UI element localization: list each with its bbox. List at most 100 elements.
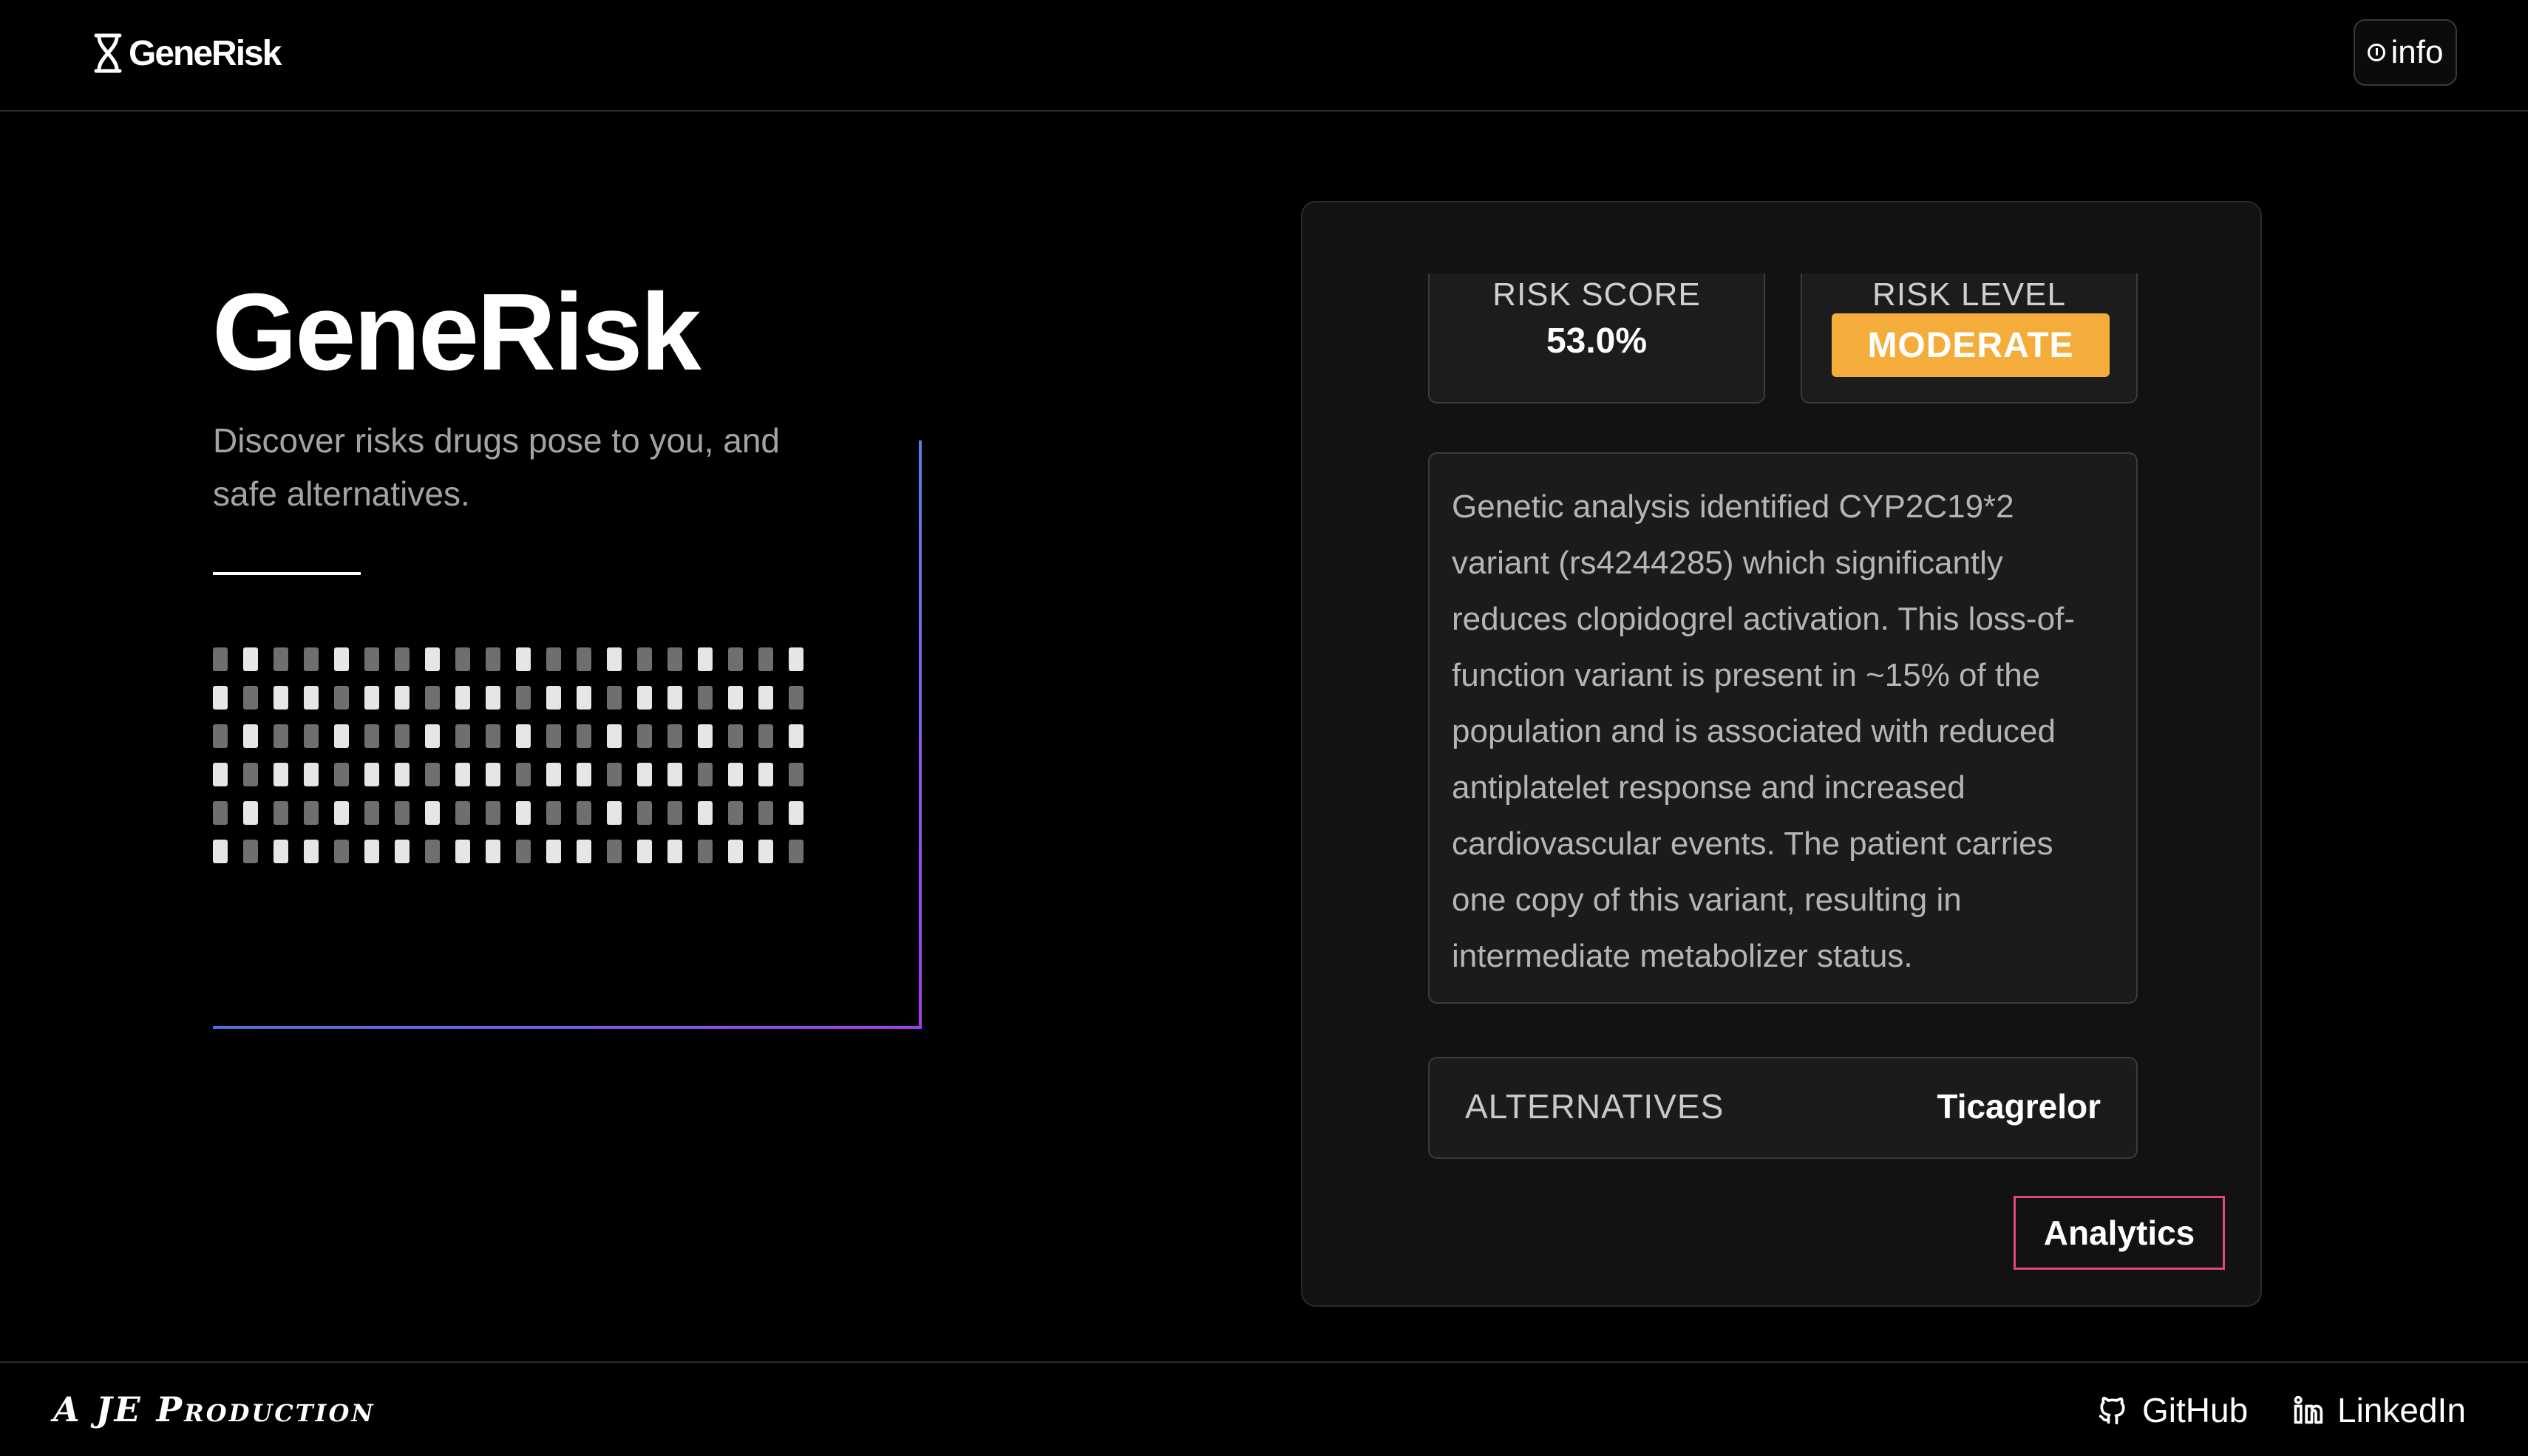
dna-block <box>637 647 652 671</box>
dna-block <box>516 840 531 863</box>
dna-block <box>577 724 591 748</box>
dna-block <box>577 840 591 863</box>
info-label: info <box>2391 34 2444 70</box>
dna-block <box>334 724 349 748</box>
github-icon <box>2099 1396 2125 1425</box>
dna-block <box>637 801 652 825</box>
dna-block <box>243 724 258 748</box>
dna-block <box>304 763 319 786</box>
dna-block <box>698 763 713 786</box>
brand-name: GeneRisk <box>129 33 282 73</box>
dna-block <box>395 763 410 786</box>
dna-block <box>334 686 349 710</box>
hero-divider <box>213 572 361 575</box>
dna-block <box>486 686 500 710</box>
dna-block <box>667 763 682 786</box>
dna-block <box>486 647 500 671</box>
brand-logo[interactable]: GeneRisk <box>92 30 282 77</box>
dna-block <box>304 840 319 863</box>
dna-block <box>789 724 803 748</box>
dna-block <box>667 647 682 671</box>
dna-block <box>698 840 713 863</box>
dna-block <box>789 801 803 825</box>
dna-block <box>486 763 500 786</box>
dna-block <box>425 763 440 786</box>
dna-block <box>546 801 561 825</box>
dna-block <box>667 686 682 710</box>
dna-block <box>364 840 379 863</box>
dna-block <box>758 724 773 748</box>
dna-block <box>516 801 531 825</box>
dna-block <box>698 647 713 671</box>
dna-block <box>546 763 561 786</box>
dna-block <box>243 840 258 863</box>
dna-block <box>637 724 652 748</box>
analytics-button[interactable]: Analytics <box>2014 1196 2225 1270</box>
dna-block <box>667 724 682 748</box>
dna-block <box>546 724 561 748</box>
dna-block <box>304 686 319 710</box>
risk-score-box: RISK SCORE 53.0% <box>1428 273 1765 404</box>
github-link[interactable]: GitHub <box>2096 1389 2248 1431</box>
dna-block <box>364 724 379 748</box>
dna-block <box>213 647 228 671</box>
dna-block <box>395 647 410 671</box>
dna-block <box>243 763 258 786</box>
alternatives-value: Ticagrelor <box>1937 1087 2101 1126</box>
dna-block <box>516 724 531 748</box>
info-button[interactable]: info <box>2354 19 2457 86</box>
dna-icon <box>94 33 122 73</box>
dna-block <box>728 763 743 786</box>
dna-block <box>273 840 288 863</box>
dna-block <box>304 647 319 671</box>
dna-block <box>607 840 622 863</box>
dna-block <box>425 724 440 748</box>
frame-accent-right <box>919 440 922 1029</box>
dna-block <box>607 686 622 710</box>
risk-level-box: RISK LEVEL MODERATE <box>1801 273 2138 404</box>
dna-block <box>425 840 440 863</box>
dna-block <box>637 686 652 710</box>
footer: A JE Production GitHub LinkedIn <box>0 1361 2528 1456</box>
linkedin-link[interactable]: LinkedIn <box>2291 1389 2466 1431</box>
dna-block <box>334 801 349 825</box>
dna-block <box>425 647 440 671</box>
dna-block <box>698 724 713 748</box>
risk-score-label: RISK SCORE <box>1492 276 1701 313</box>
dna-block <box>789 686 803 710</box>
dna-block <box>789 647 803 671</box>
dna-block <box>486 724 500 748</box>
dna-block <box>728 686 743 710</box>
info-icon <box>2367 44 2385 61</box>
dna-block <box>789 763 803 786</box>
linkedin-label: LinkedIn <box>2337 1391 2466 1429</box>
dna-block <box>607 647 622 671</box>
dna-block <box>455 840 470 863</box>
dna-block <box>304 724 319 748</box>
risk-score-value: 53.0% <box>1546 322 1648 361</box>
dna-block <box>455 724 470 748</box>
dna-block <box>516 686 531 710</box>
dna-block <box>273 647 288 671</box>
dna-block <box>667 840 682 863</box>
dna-block <box>395 801 410 825</box>
dna-block <box>273 686 288 710</box>
dna-block <box>213 763 228 786</box>
dna-block <box>334 840 349 863</box>
analysis-text: Genetic analysis identified CYP2C19*2 va… <box>1428 452 2138 1004</box>
dna-block <box>243 801 258 825</box>
dna-block <box>334 647 349 671</box>
dna-block <box>667 801 682 825</box>
dna-block <box>486 801 500 825</box>
dna-block <box>516 647 531 671</box>
dna-block <box>213 801 228 825</box>
dna-block <box>213 724 228 748</box>
dna-block <box>425 686 440 710</box>
dna-block <box>273 763 288 786</box>
dna-block <box>546 647 561 671</box>
dna-block <box>728 801 743 825</box>
dna-block <box>698 801 713 825</box>
dna-block <box>637 763 652 786</box>
dna-block <box>607 801 622 825</box>
dna-block <box>364 647 379 671</box>
